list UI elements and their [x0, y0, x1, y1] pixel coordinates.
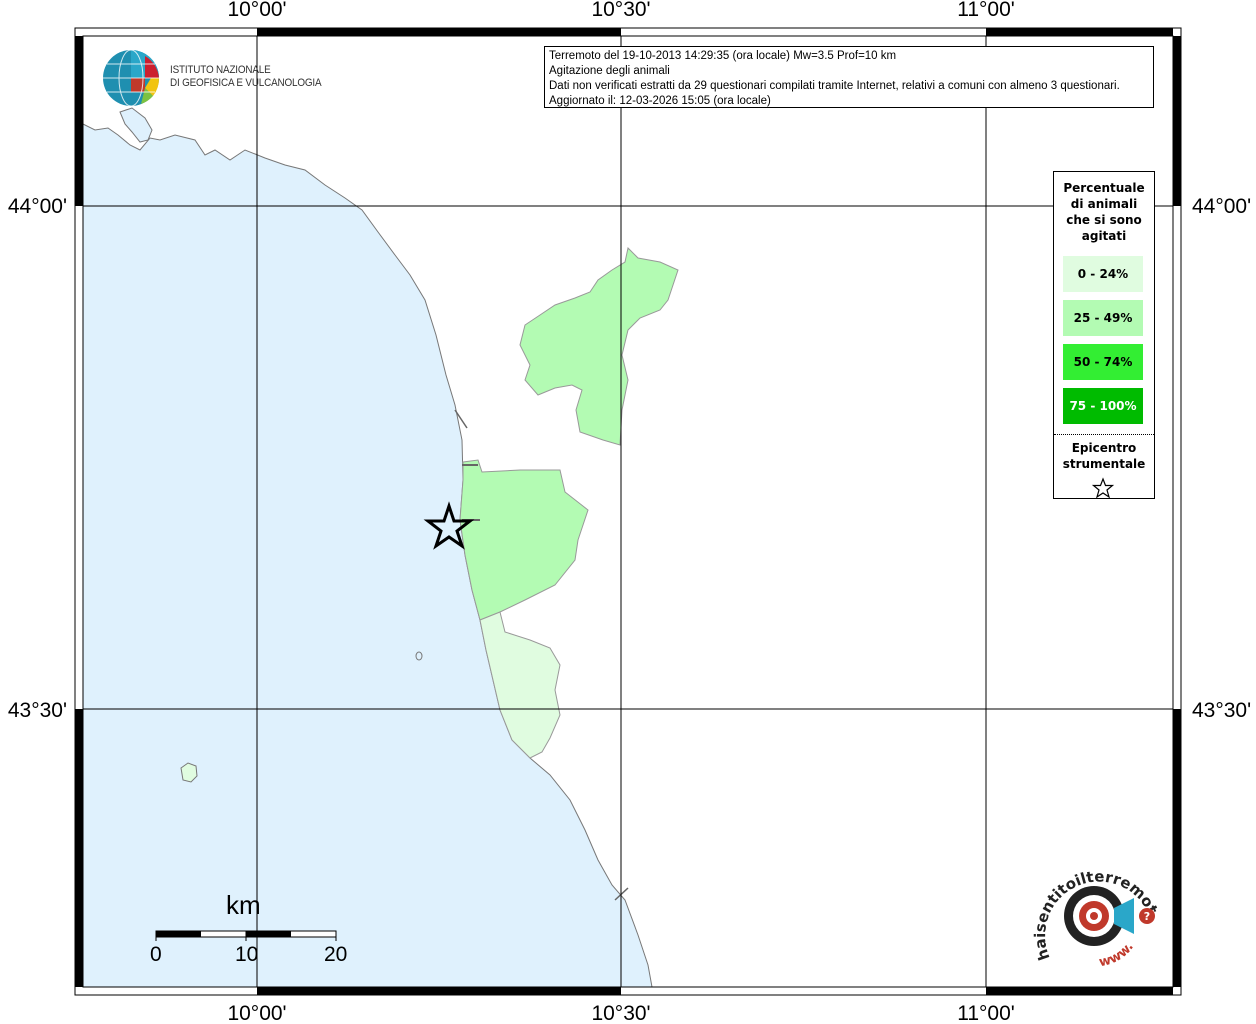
lat-label-left-2: 43°30'	[8, 699, 67, 722]
scale-tick-0: 0	[150, 943, 162, 966]
legend-star-icon	[1092, 477, 1114, 499]
event-info-line-2: Agitazione degli animali	[549, 65, 670, 77]
lon-label-bottom-2: 10°30'	[591, 1002, 650, 1024]
lon-label-top-3: 11°00'	[957, 0, 1015, 21]
event-info-line-3: Dati non verificati estratti da 29 quest…	[549, 80, 1120, 92]
ingv-logo	[103, 49, 160, 107]
lat-label-right-2: 43°30'	[1192, 699, 1251, 722]
lon-label-bottom-3: 11°00'	[957, 1002, 1015, 1024]
legend-title-line-2: di animali	[1070, 197, 1138, 211]
legend: Percentuale di animali che si sono agita…	[1053, 171, 1155, 499]
legend-title-line-3: che si sono	[1066, 213, 1142, 227]
legend-separator	[1054, 434, 1154, 435]
scale-tick-10: 10	[235, 943, 259, 966]
legend-class-75-100: 75 - 100%	[1063, 388, 1143, 424]
legend-title-line-4: agitati	[1081, 229, 1127, 243]
lat-label-left-1: 44°00'	[8, 195, 67, 218]
ingv-name-line-1: ISTITUTO NAZIONALE	[170, 64, 271, 76]
legend-title: Percentuale di animali che si sono agita…	[1054, 180, 1154, 244]
hsit-question-icon: ?	[1144, 910, 1150, 923]
lon-label-top-1: 10°00'	[227, 0, 286, 21]
lat-label-right-1: 44°00'	[1192, 195, 1251, 218]
legend-epicenter-line-1: Epicentro	[1071, 441, 1137, 455]
legend-class-0-24: 0 - 24%	[1063, 256, 1143, 292]
legend-epicenter-label: Epicentro strumentale	[1054, 440, 1154, 472]
legend-class-50-74: 50 - 74%	[1063, 344, 1143, 380]
event-info-box: Terremoto del 19-10-2013 14:29:35 (ora l…	[544, 46, 1154, 108]
legend-title-line-1: Percentuale	[1063, 181, 1145, 195]
legend-epicenter-line-2: strumentale	[1062, 457, 1146, 471]
lon-label-bottom-1: 10°00'	[227, 1002, 286, 1024]
scale-unit: km	[226, 890, 261, 920]
ingv-name-line-2: DI GEOFISICA E VULCANOLOGIA	[170, 77, 322, 89]
hsit-logo: haisentitoilterremoto.it www. ?	[1030, 858, 1160, 970]
event-info-line-4: Aggiornato il: 12-03-2026 15:05 (ora loc…	[549, 95, 771, 107]
lon-label-top-2: 10°30'	[591, 0, 650, 21]
legend-class-25-49: 25 - 49%	[1063, 300, 1143, 336]
scale-tick-20: 20	[324, 943, 348, 966]
ingv-name: ISTITUTO NAZIONALE DI GEOFISICA E VULCAN…	[170, 64, 322, 90]
event-info-line-1: Terremoto del 19-10-2013 14:29:35 (ora l…	[549, 50, 897, 62]
